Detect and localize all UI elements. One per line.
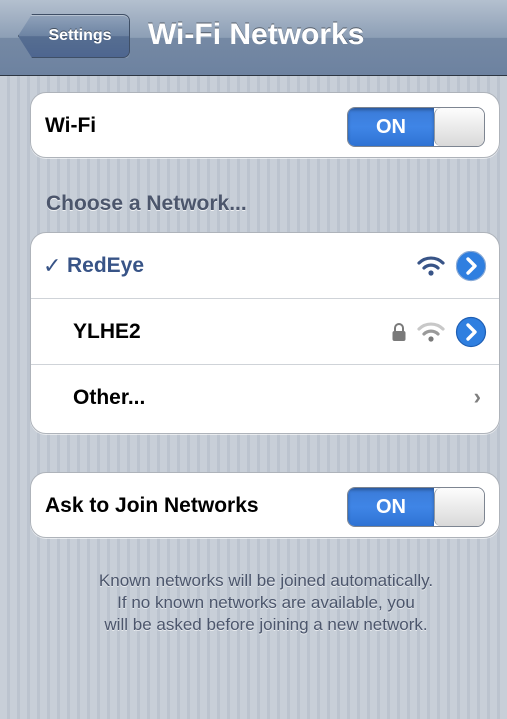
- wifi-label: Wi-Fi: [45, 114, 97, 137]
- section-header-choose-network: Choose a Network...: [46, 192, 247, 215]
- ask-to-join-group: Ask to Join Networks ON: [30, 472, 500, 538]
- lock-icon: [391, 322, 407, 342]
- switch-knob: [434, 488, 484, 526]
- detail-disclosure-icon[interactable]: [455, 316, 487, 348]
- network-name: Other...: [73, 386, 146, 409]
- checkmark-icon: ✓: [43, 252, 62, 278]
- network-list: ✓ RedEye YLHE2 Other... ›: [30, 232, 500, 434]
- wifi-row: Wi-Fi ON: [31, 93, 499, 157]
- ask-to-join-switch[interactable]: ON: [347, 487, 485, 527]
- wifi-switch[interactable]: ON: [347, 107, 485, 147]
- chevron-right-icon: ›: [473, 384, 481, 409]
- network-row-ylhe2[interactable]: YLHE2: [31, 299, 499, 365]
- navigation-bar: Settings Wi-Fi Networks: [0, 0, 507, 76]
- switch-knob: [434, 108, 484, 146]
- network-row-redeye[interactable]: ✓ RedEye: [31, 233, 499, 299]
- wifi-icon: [417, 255, 445, 277]
- wifi-icon: [417, 321, 445, 343]
- footer-line: If no known networks are available, you: [117, 593, 415, 612]
- detail-disclosure-icon[interactable]: [455, 250, 487, 282]
- settings-back-button[interactable]: Settings: [18, 14, 130, 58]
- ask-to-join-footer-note: Known networks will be joined automatica…: [28, 570, 504, 636]
- ask-to-join-switch-state: ON: [348, 488, 434, 526]
- network-row-other[interactable]: Other... ›: [31, 365, 499, 431]
- wifi-switch-state: ON: [348, 108, 434, 146]
- network-name: YLHE2: [73, 319, 141, 343]
- ask-to-join-label: Ask to Join Networks: [45, 494, 259, 517]
- ask-to-join-row: Ask to Join Networks ON: [31, 473, 499, 537]
- page-title: Wi-Fi Networks: [148, 18, 365, 51]
- wifi-toggle-group: Wi-Fi ON: [30, 92, 500, 158]
- network-name: RedEye: [67, 253, 145, 277]
- footer-line: will be asked before joining a new netwo…: [104, 615, 428, 634]
- footer-line: Known networks will be joined automatica…: [98, 571, 434, 590]
